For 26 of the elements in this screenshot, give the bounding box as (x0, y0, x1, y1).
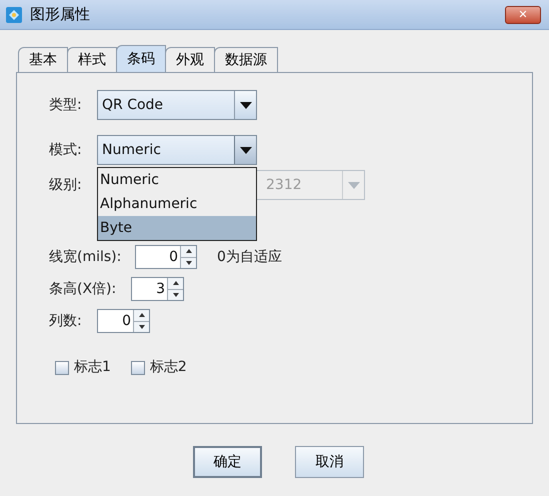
field-label: 类型: (49, 96, 83, 114)
checkbox[interactable]: 标志1 (55, 357, 111, 378)
dropdown-option[interactable]: Numeric (98, 168, 256, 192)
field-label: 线宽(mils): (49, 248, 122, 266)
dialog-button[interactable]: 确定 (193, 446, 262, 478)
dropdown-option[interactable]: Byte (98, 216, 256, 240)
tab[interactable]: 条码 (116, 45, 166, 72)
number-spinner[interactable]: 0 (135, 245, 197, 269)
hint-text: 0为自适应 (217, 248, 282, 266)
field-label: 条高(X倍): (49, 280, 118, 298)
tab[interactable]: 数据源 (214, 47, 278, 72)
dialog-button[interactable]: 取消 (295, 446, 364, 478)
number-spinner[interactable]: 0 (97, 309, 150, 333)
field-label: 列数: (49, 312, 83, 330)
field-label: 模式: (49, 140, 83, 160)
number-spinner[interactable]: 3 (131, 277, 184, 301)
combo-box[interactable]: QR Code (97, 90, 257, 120)
field-label: 级别: (49, 176, 83, 194)
checkbox-box[interactable] (55, 360, 69, 374)
checkbox-box[interactable] (130, 360, 145, 374)
checkbox[interactable]: 标志2 (130, 357, 187, 378)
tab[interactable]: 基本 (18, 47, 68, 72)
combo-box[interactable]: Numeric (97, 135, 257, 165)
window-title: 图形属性 (30, 4, 90, 26)
app-icon (6, 6, 22, 22)
dropdown-option[interactable]: Alphanumeric (98, 192, 256, 216)
